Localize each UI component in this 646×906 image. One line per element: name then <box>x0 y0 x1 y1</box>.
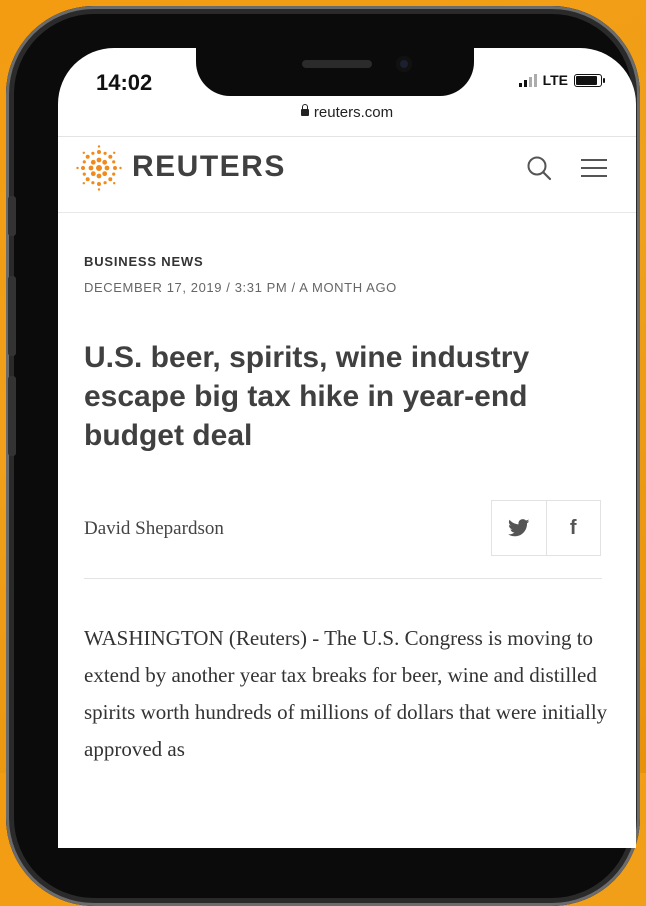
volume-down-button <box>8 376 16 456</box>
site-header: REUTERS <box>58 137 636 211</box>
article-body: WASHINGTON (Reuters) - The U.S. Congress… <box>84 626 608 761</box>
battery-icon <box>574 73 605 87</box>
facebook-share-button[interactable]: f <box>545 501 601 555</box>
speaker <box>302 60 372 68</box>
notch <box>196 48 474 96</box>
url-bar[interactable]: reuters.com <box>58 103 636 121</box>
status-indicators: LTE <box>518 72 605 88</box>
twitter-share-button[interactable] <box>492 501 546 555</box>
reuters-logo-icon[interactable] <box>76 145 122 191</box>
byline-divider <box>84 578 602 579</box>
front-camera <box>396 56 412 72</box>
article-headline: U.S. beer, spirits, wine industry escape… <box>84 341 530 452</box>
lock-icon <box>300 103 309 116</box>
hamburger-menu-icon[interactable] <box>578 153 610 183</box>
article-dateline: DECEMBER 17, 2019 / 3:31 PM / A MONTH AG… <box>84 280 397 295</box>
mute-switch <box>8 196 16 236</box>
twitter-icon <box>507 519 530 537</box>
phone-frame: 14:02 LTE reuters.com REUTERS BUSINESS N… <box>6 6 640 906</box>
volume-up-button <box>8 276 16 356</box>
network-type: LTE <box>542 72 568 88</box>
phone-screen: 14:02 LTE reuters.com REUTERS BUSINESS N… <box>58 48 636 848</box>
share-buttons: f <box>491 500 601 556</box>
search-icon[interactable] <box>524 153 554 183</box>
site-brand[interactable]: REUTERS <box>132 150 286 184</box>
signal-icon <box>518 73 537 87</box>
status-time: 14:02 <box>96 70 153 95</box>
url-text: reuters.com <box>313 104 394 121</box>
facebook-icon: f <box>569 516 577 539</box>
article-author[interactable]: David Shepardson <box>84 518 224 540</box>
article-category[interactable]: BUSINESS NEWS <box>84 254 203 269</box>
header-divider <box>58 212 636 213</box>
